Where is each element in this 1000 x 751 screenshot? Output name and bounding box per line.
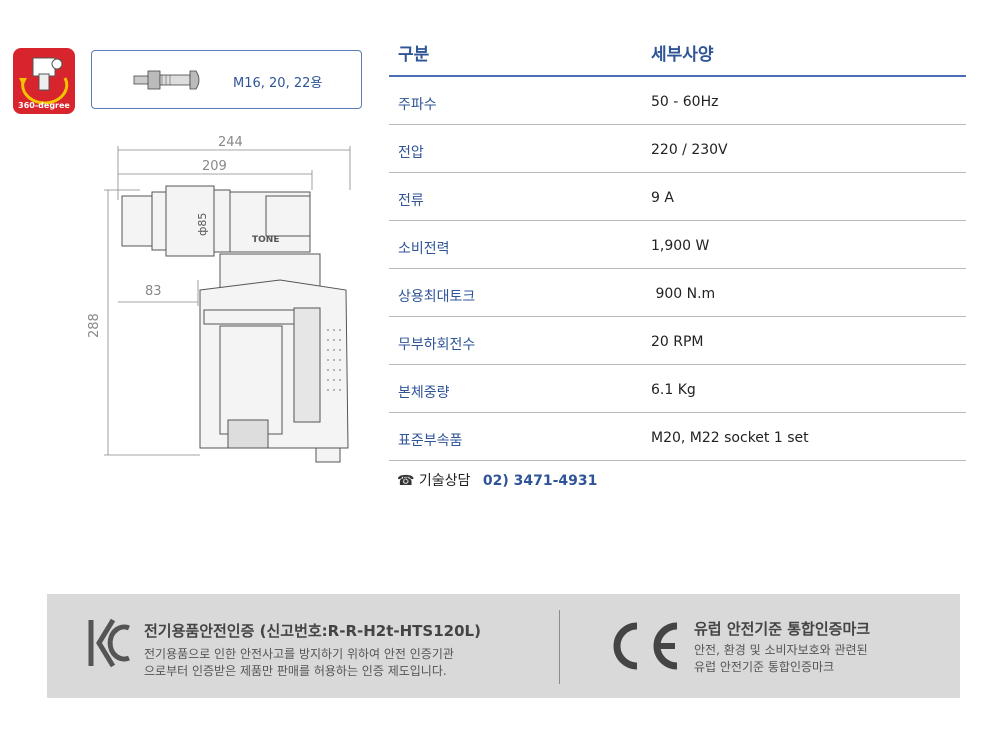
spec-value: M20, M22 socket 1 set — [651, 430, 809, 446]
spec-header: 구분 세부사양 — [389, 30, 966, 77]
dim-83: 83 — [145, 284, 162, 299]
spec-row: 표준부속품 M20, M22 socket 1 set — [389, 413, 966, 461]
spec-row: 주파수 50 - 60Hz — [389, 77, 966, 125]
badge-caption: 360-degree — [18, 101, 70, 110]
spec-header-value: 세부사양 — [651, 45, 714, 65]
ce-desc-line: 유럽 안전기준 통합인증마크 — [694, 660, 835, 674]
spec-key: 상용최대토크 — [398, 289, 476, 305]
brand-mark: TONE — [252, 235, 279, 245]
spec-value: 900 N.m — [651, 286, 716, 302]
bolt-sizes: M16, 20, 22용 — [233, 76, 323, 91]
kc-title: 전기용품안전인증 (신고번호:R-R-H2t-HTS120L) — [144, 622, 481, 640]
spec-value: 1,900 W — [651, 238, 710, 254]
contact-number[interactable]: 02) 3471-4931 — [483, 473, 598, 489]
spec-value: 220 / 230V — [651, 142, 728, 158]
spec-row: 소비전력 1,900 W — [389, 221, 966, 269]
dim-244: 244 — [218, 135, 243, 150]
ce-mark-icon — [613, 622, 678, 670]
kc-description: 전기용품으로 인한 안전사고를 방지하기 위하여 안전 인증기관 으로부터 인증… — [144, 646, 524, 680]
tool-dimension-drawing: 244 209 83 288 ф85 TONE — [87, 135, 351, 463]
spec-value: 9 A — [651, 190, 674, 206]
spec-key: 본체중량 — [398, 385, 450, 401]
certification-footer: 전기용품안전인증 (신고번호:R-R-H2t-HTS120L) 전기용품으로 인… — [47, 594, 960, 698]
spec-key: 무부하회전수 — [398, 337, 476, 353]
spec-row: 전류 9 A — [389, 173, 966, 221]
spec-key: 전류 — [398, 193, 424, 209]
spec-row: 상용최대토크 900 N.m — [389, 269, 966, 317]
bolt-icon — [133, 70, 200, 90]
dim-85: ф85 — [196, 213, 209, 236]
phone-icon: ☎ — [397, 473, 415, 489]
tech-support-contact: ☎ 기술상담 02) 3471-4931 — [397, 470, 597, 490]
spec-table: 구분 세부사양 주파수 50 - 60Hz 전압 220 / 230V 전류 9… — [389, 30, 966, 461]
spec-value: 20 RPM — [651, 334, 704, 350]
kc-mark-icon — [88, 618, 130, 668]
footer-divider — [559, 610, 560, 684]
spec-row: 전압 220 / 230V — [389, 125, 966, 173]
ce-desc-line: 안전, 환경 및 소비자보호와 관련된 — [694, 643, 868, 657]
spec-header-key: 구분 — [398, 45, 430, 65]
dim-288: 288 — [87, 313, 102, 338]
rotate-tool-icon — [19, 57, 69, 105]
spec-key: 전압 — [398, 145, 424, 161]
spec-row: 무부하회전수 20 RPM — [389, 317, 966, 365]
spec-value: 50 - 60Hz — [651, 94, 719, 110]
ce-title: 유럽 안전기준 통합인증마크 — [694, 620, 871, 638]
spec-key: 주파수 — [398, 97, 437, 113]
spec-value: 6.1 Kg — [651, 382, 696, 398]
kc-desc-line: 으로부터 인증받은 제품만 판매를 허용하는 인증 제도입니다. — [144, 664, 447, 678]
ce-description: 안전, 환경 및 소비자보호와 관련된 유럽 안전기준 통합인증마크 — [694, 642, 934, 676]
bolt-size-box: M16, 20, 22용 — [91, 50, 362, 109]
dim-209: 209 — [202, 159, 227, 174]
spec-row: 본체중량 6.1 Kg — [389, 365, 966, 413]
spec-key: 소비전력 — [398, 241, 450, 257]
360-degree-badge: 360-degree — [13, 48, 75, 114]
spec-key: 표준부속품 — [398, 433, 463, 449]
contact-label: 기술상담 — [418, 473, 471, 489]
kc-desc-line: 전기용품으로 인한 안전사고를 방지하기 위하여 안전 인증기관 — [144, 647, 454, 661]
